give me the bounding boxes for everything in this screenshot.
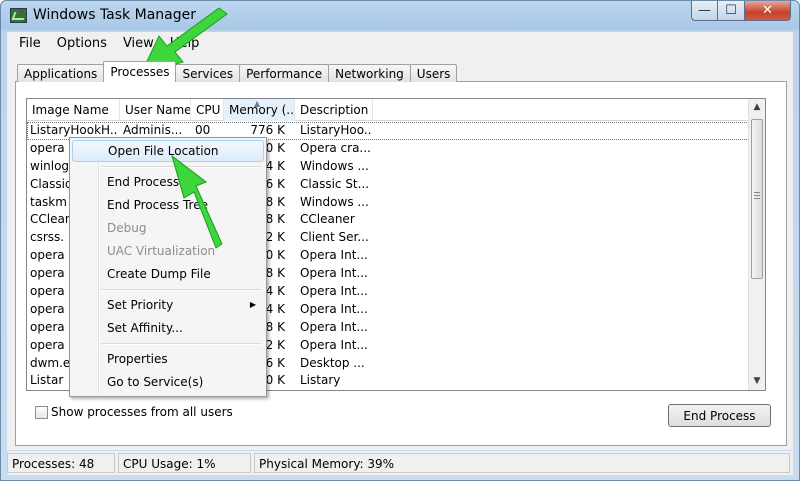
menu-end-process-tree[interactable]: End Process Tree (72, 194, 264, 216)
menu-file[interactable]: File (11, 36, 49, 51)
show-all-processes[interactable]: Show processes from all users (35, 405, 233, 419)
list-header: Image Name User Name CPU ▲ Memory (... D… (27, 99, 757, 121)
tab-networking[interactable]: Networking (328, 64, 411, 82)
menu-set-affinity[interactable]: Set Affinity... (72, 317, 264, 339)
maximize-icon: ☐ (725, 3, 737, 18)
end-process-button[interactable]: End Process (668, 404, 771, 427)
column-memory-label: Memory (... (229, 103, 295, 117)
menu-uac-virtualization: UAC Virtualization (107, 244, 216, 258)
menu-create-dump-file[interactable]: Create Dump File (72, 263, 264, 285)
menu-bar: File Options View Help (7, 32, 793, 54)
cell-description: Classic St... (300, 176, 370, 191)
tab-applications[interactable]: Applications (17, 64, 105, 82)
status-physical-memory: Physical Memory: 39% (254, 453, 790, 473)
cell-description: Opera Int... (300, 337, 368, 352)
menu-open-file-location[interactable]: Open File Location (72, 140, 264, 162)
column-cpu[interactable]: CPU (191, 99, 224, 121)
status-processes: Processes: 48 (7, 453, 115, 473)
context-menu: Open File Location End Process End Proce… (69, 137, 267, 397)
tab-strip: Applications Processes Services Performa… (17, 61, 458, 82)
title-bar[interactable]: Windows Task Manager — ☐ ✕ (1, 1, 799, 32)
sort-ascending-icon: ▲ (254, 99, 261, 108)
task-manager-icon (10, 8, 27, 23)
menu-go-to-services[interactable]: Go to Service(s) (72, 371, 264, 393)
cell-description: Opera Int... (300, 248, 368, 263)
vertical-scrollbar[interactable]: ▲ ▼ (748, 99, 765, 390)
column-memory[interactable]: ▲ Memory (... (224, 99, 295, 121)
menu-separator (101, 343, 261, 345)
tab-services[interactable]: Services (175, 64, 241, 82)
cell-description: ListaryHoo... (300, 123, 371, 137)
show-all-label: Show processes from all users (51, 405, 233, 419)
window-title: Windows Task Manager (33, 7, 196, 23)
cell-description: Opera Int... (300, 319, 368, 334)
cell-description: Listary (300, 373, 341, 388)
cell-description: CCleaner (300, 212, 355, 227)
scroll-up-icon[interactable]: ▲ (749, 99, 765, 116)
tab-processes[interactable]: Processes (103, 61, 177, 82)
menu-view[interactable]: View (115, 36, 162, 51)
menu-help[interactable]: Help (162, 36, 208, 51)
cell-user-name: Adminis... (123, 123, 182, 137)
show-all-checkbox[interactable] (35, 405, 48, 419)
scroll-thumb[interactable] (751, 119, 763, 279)
menu-debug: Debug (107, 221, 147, 235)
menu-set-priority-label: Set Priority (107, 298, 174, 312)
cell-description: Client Ser... (300, 230, 369, 245)
cell-description: Opera Int... (300, 284, 368, 299)
cell-description: Opera Int... (300, 301, 368, 316)
column-user-name[interactable]: User Name (120, 99, 191, 121)
thumb-grip-icon (754, 192, 760, 193)
menu-end-process[interactable]: End Process (72, 171, 264, 193)
cell-image-name: ListaryHookH... (30, 123, 117, 137)
submenu-arrow-icon: ▶ (249, 300, 256, 309)
minimize-icon: — (698, 3, 711, 18)
status-bar: Processes: 48 CPU Usage: 1% Physical Mem… (7, 451, 793, 475)
status-cpu-usage: CPU Usage: 1% (118, 453, 251, 473)
scroll-down-icon[interactable]: ▼ (749, 373, 765, 390)
column-image-name[interactable]: Image Name (27, 99, 120, 121)
menu-set-priority[interactable]: Set Priority ▶ (72, 294, 264, 316)
cell-memory: 776 K (250, 123, 285, 137)
tab-users[interactable]: Users (409, 64, 458, 82)
cell-description: Opera Int... (300, 266, 368, 281)
menu-properties[interactable]: Properties (72, 348, 264, 370)
menu-separator (101, 289, 261, 291)
thumb-grip-icon (754, 195, 760, 196)
caption-buttons: — ☐ ✕ (691, 1, 791, 21)
cell-cpu: 00 (195, 123, 211, 137)
menu-options[interactable]: Options (49, 36, 115, 51)
tab-performance[interactable]: Performance (239, 64, 330, 82)
cell-description: Opera cra... (300, 140, 371, 155)
menu-separator (101, 166, 261, 168)
cell-description: Windows ... (300, 158, 369, 173)
minimize-button[interactable]: — (691, 1, 718, 21)
maximize-button[interactable]: ☐ (718, 1, 745, 21)
cell-description: Windows ... (300, 194, 369, 209)
close-icon: ✕ (762, 3, 773, 18)
column-description[interactable]: Description (295, 99, 373, 121)
thumb-grip-icon (754, 198, 760, 199)
cell-description: Desktop ... (300, 355, 365, 370)
close-button[interactable]: ✕ (745, 1, 791, 21)
